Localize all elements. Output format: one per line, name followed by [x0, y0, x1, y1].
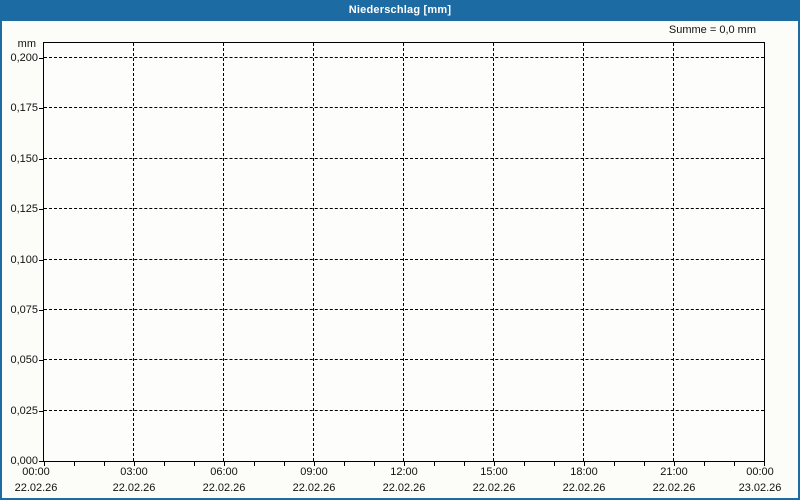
y-axis-tick [39, 209, 43, 211]
x-axis-date-label: 22.02.26 [562, 482, 606, 494]
y-axis-tick-label: 0,075 [10, 303, 38, 316]
y-axis-unit-label: mm [17, 38, 36, 50]
gridline-horizontal [44, 359, 764, 361]
gridline-vertical [313, 43, 314, 461]
y-axis-tick-label: 0,050 [10, 354, 38, 367]
x-axis-time-label: 21:00 [660, 466, 688, 478]
x-axis-tick [554, 462, 555, 466]
x-axis-date-label: 22.02.26 [292, 482, 336, 494]
gridline-vertical [223, 43, 224, 461]
x-axis-tick [734, 462, 735, 466]
chart-title: Niederschlag [mm] [348, 4, 452, 16]
gridline-vertical [583, 43, 584, 461]
y-axis-tick [39, 360, 43, 362]
x-axis-tick [284, 462, 285, 466]
plot-area [43, 42, 765, 462]
gridline-horizontal [44, 157, 764, 159]
x-axis-date-label: 22.02.26 [112, 482, 156, 494]
x-axis-time-label: 00:00 [746, 466, 774, 478]
y-axis-tick [39, 461, 43, 462]
x-axis-tick [524, 462, 525, 466]
y-axis-tick-label: 0,125 [10, 203, 38, 216]
x-axis-date-label: 22.02.26 [472, 482, 516, 494]
x-axis-tick [374, 462, 375, 466]
y-axis-tick [39, 58, 43, 60]
y-axis-tick-label: 0,100 [10, 253, 38, 266]
y-axis-tick-label: 0,175 [10, 102, 38, 115]
x-axis-date-label: 22.02.26 [382, 482, 426, 494]
x-axis-time-label: 03:00 [120, 466, 148, 478]
x-axis-tick [464, 462, 465, 466]
x-axis-tick [434, 462, 435, 466]
y-axis-tick [39, 108, 43, 110]
x-axis-tick [104, 462, 105, 466]
x-axis-date-label: 23.02.26 [738, 482, 782, 494]
gridline-vertical [133, 43, 134, 461]
gridline-horizontal [44, 107, 764, 109]
x-axis-tick [644, 462, 645, 466]
x-axis-time-label: 15:00 [480, 466, 508, 478]
gridline-vertical [493, 43, 494, 461]
y-axis-tick [39, 259, 43, 261]
x-axis-date-label: 22.02.26 [202, 482, 246, 494]
y-axis-tick-label: 0,025 [10, 404, 38, 417]
gridline-horizontal [44, 308, 764, 310]
x-axis-tick [344, 462, 345, 466]
x-axis-tick [194, 462, 195, 466]
gridline-horizontal [44, 57, 764, 59]
chart-window: Niederschlag [mm] Summe = 0,0 mm mm 0,20… [0, 0, 800, 500]
x-axis-time-label: 18:00 [570, 466, 598, 478]
x-axis-time-label: 12:00 [390, 466, 418, 478]
x-axis-tick [704, 462, 705, 466]
sum-annotation: Summe = 0,0 mm [668, 24, 756, 36]
gridline-horizontal [44, 258, 764, 260]
x-axis-time-label: 00:00 [22, 466, 50, 478]
x-axis-tick [614, 462, 615, 466]
y-axis-tick-label: 0,200 [10, 52, 38, 65]
x-axis-time-label: 06:00 [210, 466, 238, 478]
gridline-horizontal [44, 409, 764, 411]
x-axis-time-label: 09:00 [300, 466, 328, 478]
gridline-horizontal [44, 208, 764, 210]
gridline-vertical [403, 43, 404, 461]
gridline-vertical [673, 43, 674, 461]
x-axis-tick [164, 462, 165, 466]
y-axis-tick-label: 0,150 [10, 152, 38, 165]
y-axis-tick [39, 410, 43, 412]
x-axis-date-label: 22.02.26 [652, 482, 696, 494]
x-axis-tick [74, 462, 75, 466]
x-axis-tick [254, 462, 255, 466]
x-axis-date-label: 22.02.26 [14, 482, 58, 494]
y-axis-tick [39, 309, 43, 311]
chart-title-bar: Niederschlag [mm] [2, 2, 798, 21]
y-axis-tick [39, 158, 43, 160]
